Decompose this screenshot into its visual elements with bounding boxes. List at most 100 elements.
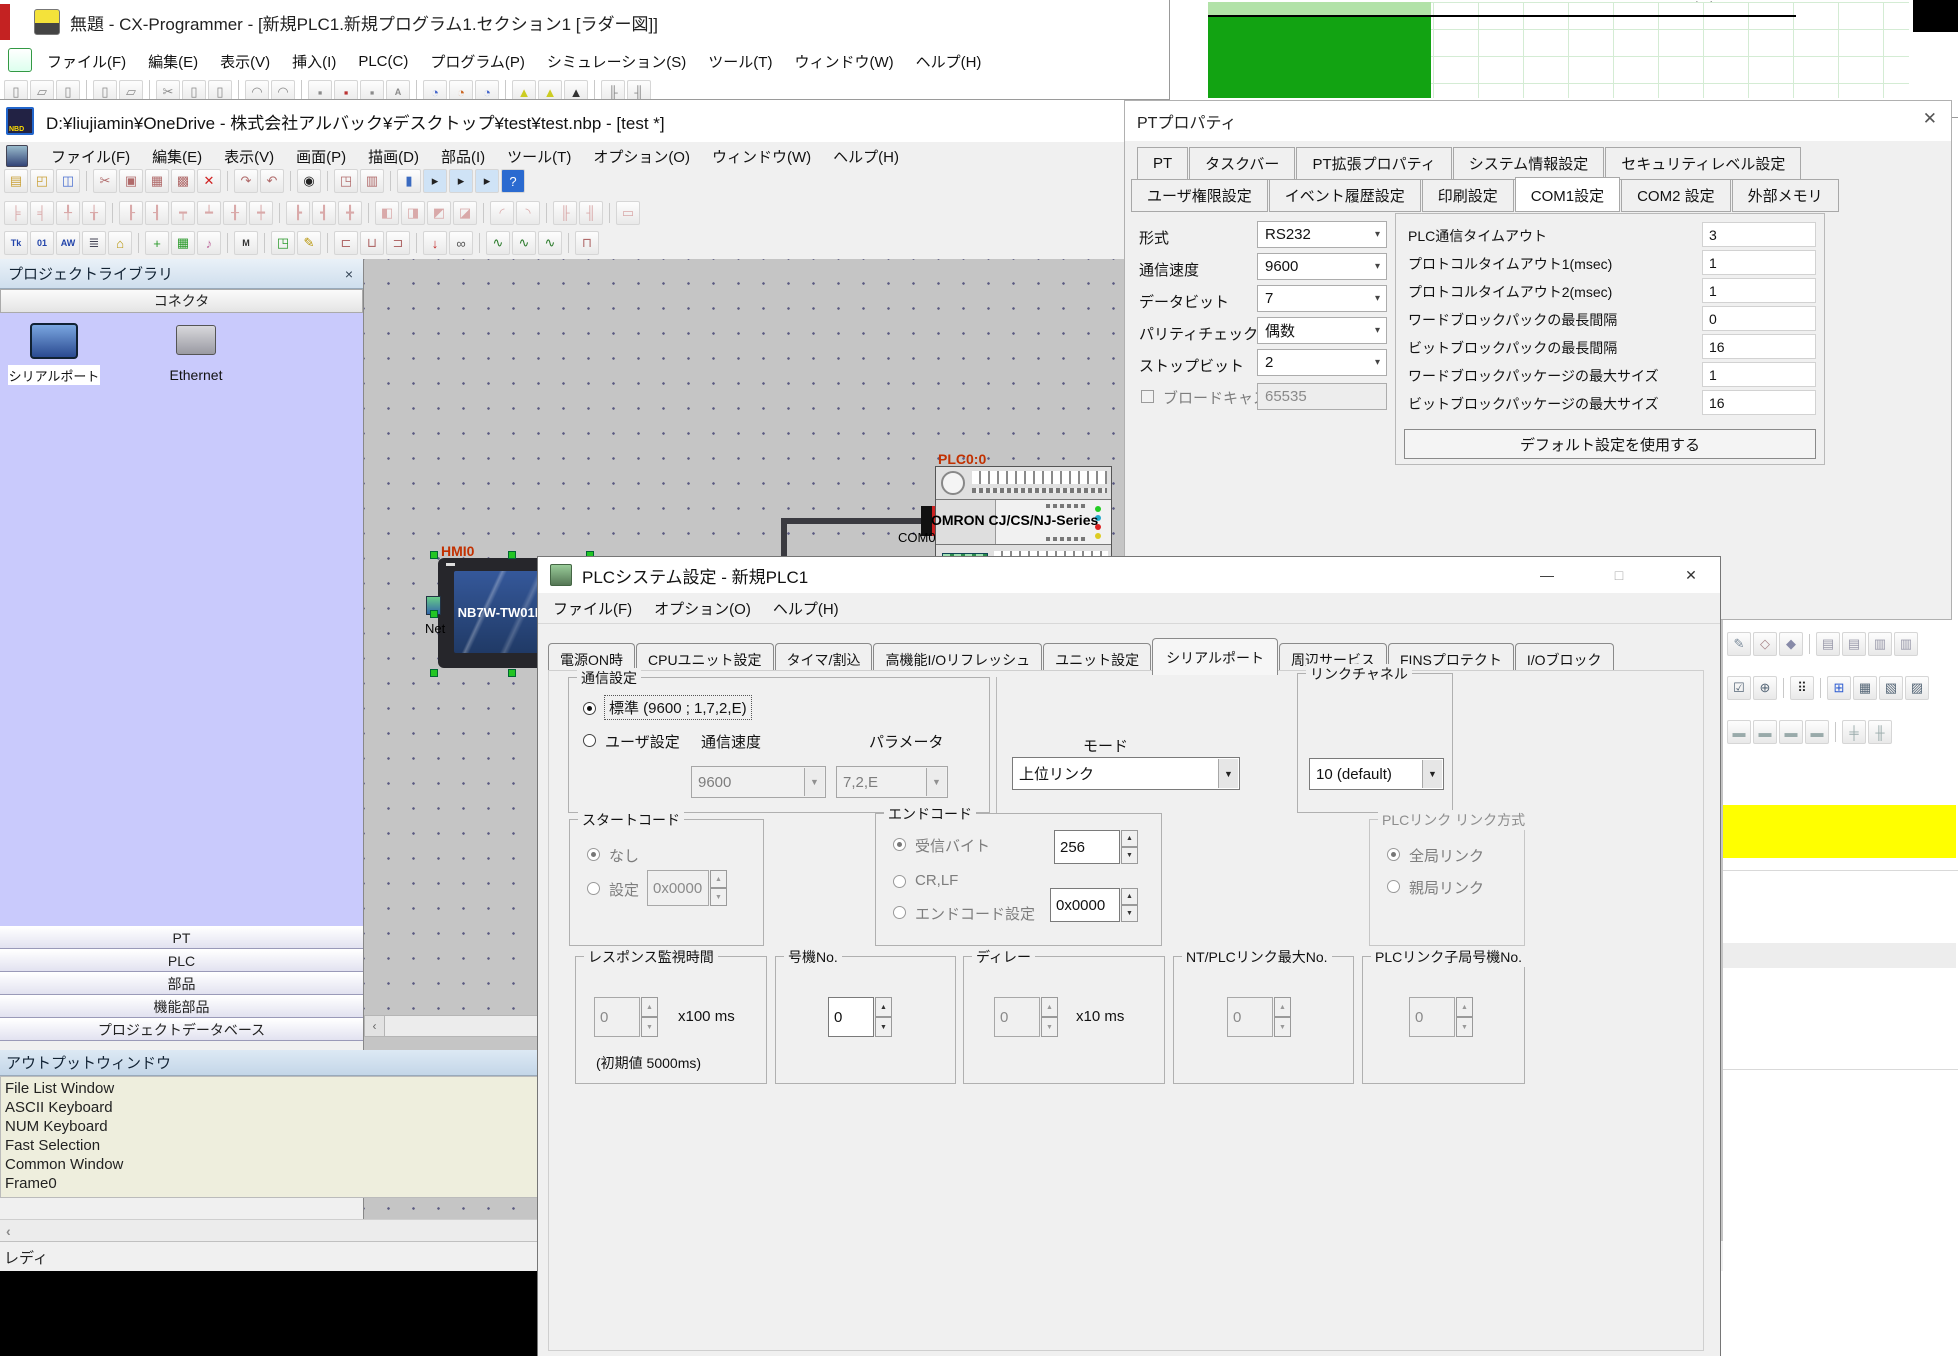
user-settings-radio[interactable]: [583, 734, 596, 747]
library-tab-0[interactable]: PT: [0, 926, 363, 949]
nb-menu-item-8[interactable]: ウィンドウ(W): [701, 144, 822, 169]
rung2-icon[interactable]: ╫: [1868, 720, 1892, 744]
rotate-right-icon[interactable]: ◝: [516, 201, 540, 225]
duplicate-icon[interactable]: ▩: [171, 169, 195, 193]
same-size-icon[interactable]: ╋: [338, 201, 362, 225]
ruler-icon[interactable]: ▭: [616, 201, 640, 225]
recv-bytes-spinner[interactable]: 256 ▲▼: [1054, 830, 1138, 864]
cx-menu-item-7[interactable]: ツール(T): [697, 49, 783, 74]
align-right-icon[interactable]: ┨: [145, 201, 169, 225]
nb-menu-item-9[interactable]: ヘルプ(H): [822, 144, 910, 169]
pt-tab-5[interactable]: 外部メモリ: [1732, 179, 1839, 212]
data-log-icon[interactable]: ∿: [538, 231, 562, 255]
cx-menu-item-1[interactable]: 編集(E): [137, 49, 209, 74]
text-library-icon[interactable]: Tk: [4, 231, 28, 255]
same-width-icon[interactable]: ┣: [286, 201, 310, 225]
param-value-input[interactable]: 3: [1702, 222, 1816, 247]
open-icon[interactable]: ▱: [30, 80, 54, 99]
module3-icon[interactable]: ▬: [1779, 720, 1803, 744]
user-permission-icon[interactable]: ▮: [397, 169, 421, 193]
serial-port-item[interactable]: シリアルポート: [8, 365, 100, 385]
pt-tab-1[interactable]: イベント履歴設定: [1269, 179, 1421, 212]
new-icon[interactable]: ▤: [4, 169, 28, 193]
find-icon[interactable]: ◉: [297, 169, 321, 193]
all-link-radio[interactable]: [1387, 848, 1400, 861]
param-value-input[interactable]: 1: [1702, 250, 1816, 275]
param-value-input[interactable]: 16: [1702, 390, 1816, 415]
nudge-right-icon[interactable]: ╡: [30, 201, 54, 225]
serial-port-icon[interactable]: [30, 323, 78, 359]
plc-menu-item-2[interactable]: ヘルプ(H): [762, 596, 850, 621]
save-icon[interactable]: ▯: [56, 80, 80, 99]
nudge-down-icon[interactable]: ╁: [82, 201, 106, 225]
io2-icon[interactable]: ▥: [1894, 632, 1918, 656]
databit-select[interactable]: 7▾: [1257, 285, 1387, 312]
master-link-radio[interactable]: [1387, 880, 1400, 893]
trend-chart-icon[interactable]: ∿: [486, 231, 510, 255]
library-tab-2[interactable]: 部品: [0, 972, 363, 995]
marker-icon[interactable]: ▲: [512, 80, 536, 99]
param-value-input[interactable]: 1: [1702, 362, 1816, 387]
cx-menu-item-0[interactable]: ファイル(F): [36, 49, 137, 74]
close-icon[interactable]: ×: [345, 266, 353, 282]
start-none-radio[interactable]: [587, 848, 600, 861]
pt-tab-4[interactable]: COM2 設定: [1621, 179, 1731, 212]
delete-icon[interactable]: ✕: [197, 169, 221, 193]
nb-menu-item-1[interactable]: 編集(E): [141, 144, 213, 169]
open-icon[interactable]: ◰: [30, 169, 54, 193]
multi-select-icon[interactable]: ▸: [449, 169, 473, 193]
io-icon[interactable]: ▥: [1868, 632, 1892, 656]
pt-tab-2[interactable]: PT拡張プロパティ: [1296, 147, 1451, 180]
download-icon[interactable]: ↓: [423, 231, 447, 255]
rack2-icon[interactable]: ▤: [1842, 632, 1866, 656]
library-tab-4[interactable]: プロジェクトデータベース: [0, 1018, 363, 1041]
cable-segment[interactable]: [781, 518, 921, 524]
search-icon[interactable]: ◔: [475, 80, 499, 99]
cx-menu-item-6[interactable]: シミュレーション(S): [536, 49, 697, 74]
v-spacing-icon[interactable]: ╢: [579, 201, 603, 225]
param-value-input[interactable]: 16: [1702, 334, 1816, 359]
align-top-icon[interactable]: ┯: [171, 201, 195, 225]
scroll-left-icon[interactable]: ‹: [365, 1016, 385, 1036]
module-icon[interactable]: ▬: [1727, 720, 1751, 744]
module4-icon[interactable]: ▬: [1805, 720, 1829, 744]
disconnect-icon[interactable]: ⊐: [386, 231, 410, 255]
pt-tab-1[interactable]: タスクバー: [1189, 147, 1295, 180]
group-icon[interactable]: ◧: [375, 201, 399, 225]
save-icon[interactable]: ◫: [56, 169, 80, 193]
module2-icon[interactable]: ▬: [1753, 720, 1777, 744]
print-icon[interactable]: ▯: [93, 80, 117, 99]
monitor-icon[interactable]: ▪: [334, 80, 358, 99]
redo-icon[interactable]: ◠: [271, 80, 295, 99]
cut-icon[interactable]: ✂: [93, 169, 117, 193]
pt-tab-0[interactable]: PT: [1137, 147, 1188, 180]
library-tab-3[interactable]: 機能部品: [0, 995, 363, 1018]
print-preview-icon[interactable]: ◳: [334, 169, 358, 193]
doc2-icon[interactable]: ▨: [1905, 676, 1929, 700]
connector-section-header[interactable]: コネクタ: [0, 289, 363, 313]
coil-icon[interactable]: ╢: [627, 80, 651, 99]
pt-tab-2[interactable]: 印刷設定: [1422, 179, 1514, 212]
minimize-icon[interactable]: —: [1522, 557, 1572, 593]
connect-left-icon[interactable]: ⊏: [334, 231, 358, 255]
baud-select[interactable]: 9600▾: [1257, 253, 1387, 280]
spectacles-icon[interactable]: ∞: [449, 231, 473, 255]
user-settings-label[interactable]: ユーザ設定: [605, 731, 680, 752]
watch-window-icon[interactable]: AW: [56, 231, 80, 255]
param-value-input[interactable]: 1: [1702, 278, 1816, 303]
preview-icon[interactable]: ▱: [119, 80, 143, 99]
nb-menu-item-4[interactable]: 描画(D): [357, 144, 430, 169]
compile-icon[interactable]: ▪: [360, 80, 384, 99]
paste-icon[interactable]: ▦: [145, 169, 169, 193]
bring-front-icon[interactable]: ◩: [427, 201, 451, 225]
nb-menu-item-3[interactable]: 画面(P): [285, 144, 357, 169]
lock-icon[interactable]: ▲: [538, 80, 562, 99]
close-icon[interactable]: ✕: [1923, 109, 1937, 129]
center-v-icon[interactable]: ┿: [249, 201, 273, 225]
macro-icon[interactable]: M: [234, 231, 258, 255]
library-tab-1[interactable]: PLC: [0, 949, 363, 972]
address-library-icon[interactable]: 01: [30, 231, 54, 255]
frame-icon[interactable]: ▦: [1853, 676, 1877, 700]
wand-icon[interactable]: ✎: [1727, 632, 1751, 656]
undo-icon[interactable]: ◠: [245, 80, 269, 99]
